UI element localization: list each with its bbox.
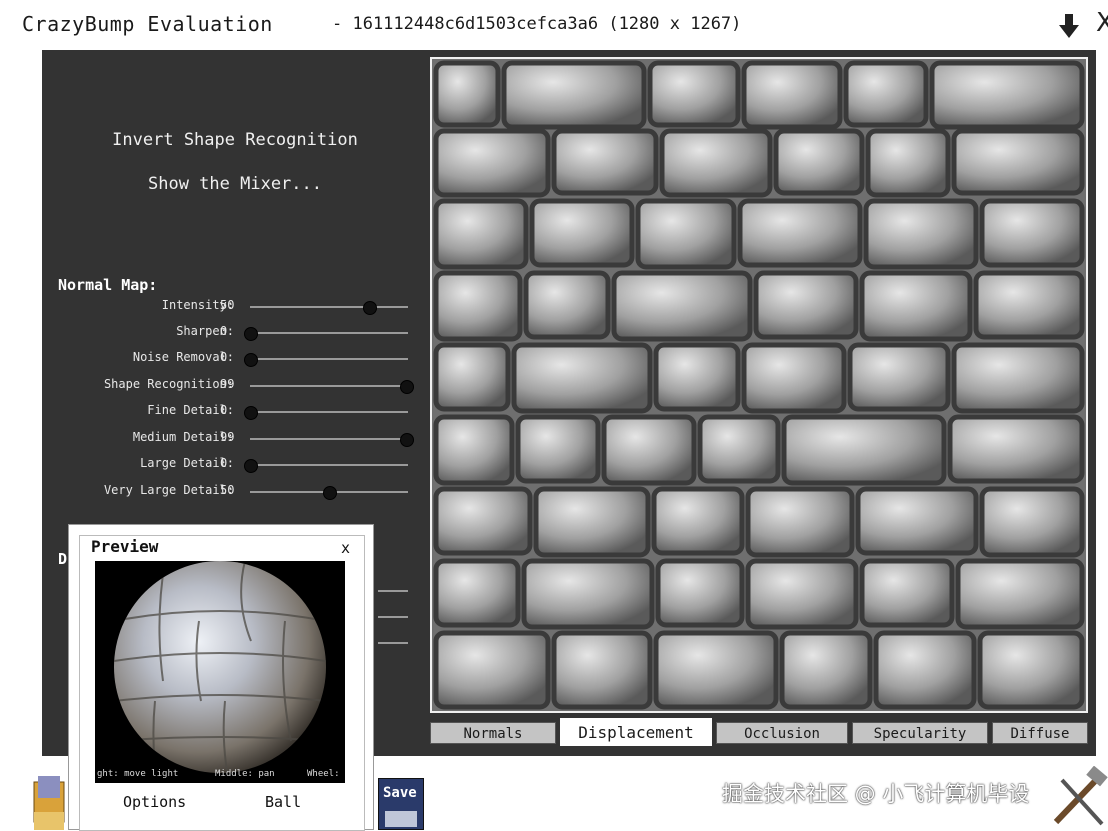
- slider-value: 0: [220, 324, 228, 338]
- slider-fine-detail[interactable]: Fine Detail: 0: [42, 401, 422, 421]
- slider-track[interactable]: [250, 486, 408, 500]
- app-title: CrazyBump Evaluation: [22, 12, 273, 36]
- slider-knob[interactable]: [244, 406, 258, 420]
- slider-track[interactable]: [378, 590, 408, 592]
- slider-knob[interactable]: [244, 327, 258, 341]
- slider-knob[interactable]: [400, 380, 415, 394]
- slider-track[interactable]: [244, 406, 408, 420]
- preview-window: Preview x ght: move light Middle: pan Wh…: [68, 524, 374, 831]
- open-folder-icon[interactable]: [32, 772, 66, 830]
- slider-sharpen[interactable]: Sharpen: 0: [42, 322, 422, 342]
- invert-shape-recognition-link[interactable]: Invert Shape Recognition: [42, 130, 428, 150]
- disk-icon: [385, 811, 417, 827]
- save-label: Save: [383, 785, 417, 801]
- preview-shape-button[interactable]: Ball: [265, 793, 301, 811]
- hint-move-light: ght: move light: [97, 769, 179, 779]
- hint-pan: Middle: pan: [215, 769, 275, 779]
- preview-canvas[interactable]: ght: move light Middle: pan Wheel:: [95, 561, 345, 783]
- slider-label: Shape Recognition:: [103, 377, 234, 391]
- title-bar: CrazyBump Evaluation - 161112448c6d1503c…: [0, 0, 1108, 50]
- file-title: - 161112448c6d1503cefca3a6 (1280 x 1267): [332, 14, 742, 34]
- close-window-button[interactable]: X: [1096, 8, 1108, 38]
- slider-label: Noise Removal:: [132, 350, 234, 364]
- slider-medium-detail[interactable]: Medium Detail: 99: [42, 428, 422, 448]
- tools-icon[interactable]: [1048, 766, 1108, 830]
- show-mixer-link[interactable]: Show the Mixer...: [42, 174, 428, 194]
- slider-track[interactable]: [378, 642, 408, 644]
- save-button[interactable]: Save: [378, 778, 424, 830]
- slider-value: 99: [220, 377, 235, 391]
- slider-track[interactable]: [250, 380, 415, 394]
- slider-large-detail[interactable]: Large Detail: 0: [42, 454, 422, 474]
- displacement-section-label: D: [58, 550, 68, 568]
- tab-normals[interactable]: Normals: [430, 722, 556, 744]
- preview-options-button[interactable]: Options: [123, 793, 186, 811]
- slider-value: 50: [220, 483, 235, 497]
- tab-specularity[interactable]: Specularity: [852, 722, 988, 744]
- tab-occlusion[interactable]: Occlusion: [716, 722, 848, 744]
- slider-knob[interactable]: [400, 433, 415, 447]
- slider-label: Very Large Detail:: [103, 483, 234, 497]
- slider-intensity[interactable]: Intensity: 50: [42, 296, 422, 316]
- slider-value: 0: [220, 456, 228, 470]
- map-tabs: Normals Displacement Occlusion Speculari…: [430, 718, 1090, 746]
- slider-knob[interactable]: [362, 301, 377, 315]
- preview-title: Preview: [91, 537, 159, 556]
- displacement-viewport[interactable]: [430, 57, 1088, 713]
- tab-displacement[interactable]: Displacement: [560, 718, 712, 746]
- slider-noise-removal[interactable]: Noise Removal: 0: [42, 348, 422, 368]
- slider-track[interactable]: [250, 301, 408, 315]
- slider-track[interactable]: [378, 616, 408, 618]
- hint-wheel: Wheel:: [307, 769, 340, 779]
- slider-track[interactable]: [244, 327, 408, 341]
- slider-value: 0: [220, 350, 228, 364]
- slider-knob[interactable]: [244, 353, 258, 367]
- slider-value: 0: [220, 403, 228, 417]
- slider-very-large-detail[interactable]: Very Large Detail: 50: [42, 481, 422, 501]
- preview-sphere-image: [95, 561, 345, 783]
- preview-close-button[interactable]: x: [341, 539, 350, 557]
- normal-map-label: Normal Map:: [58, 276, 158, 294]
- tab-diffuse[interactable]: Diffuse: [992, 722, 1088, 744]
- slider-knob[interactable]: [244, 459, 258, 473]
- slider-track[interactable]: [244, 459, 408, 473]
- slider-shape-recognition[interactable]: Shape Recognition: 99: [42, 375, 422, 395]
- displacement-map-image: [432, 59, 1086, 711]
- preview-hints: ght: move light Middle: pan Wheel:: [95, 769, 345, 781]
- slider-label: Medium Detail:: [132, 430, 234, 444]
- slider-track[interactable]: [250, 433, 415, 447]
- slider-knob[interactable]: [323, 486, 337, 500]
- slider-value: 99: [220, 430, 235, 444]
- slider-track[interactable]: [244, 353, 408, 367]
- download-arrow-icon[interactable]: [1058, 14, 1080, 40]
- watermark: 掘金技术社区 @ 小飞计算机毕设: [722, 782, 1030, 806]
- slider-value: 50: [220, 298, 235, 312]
